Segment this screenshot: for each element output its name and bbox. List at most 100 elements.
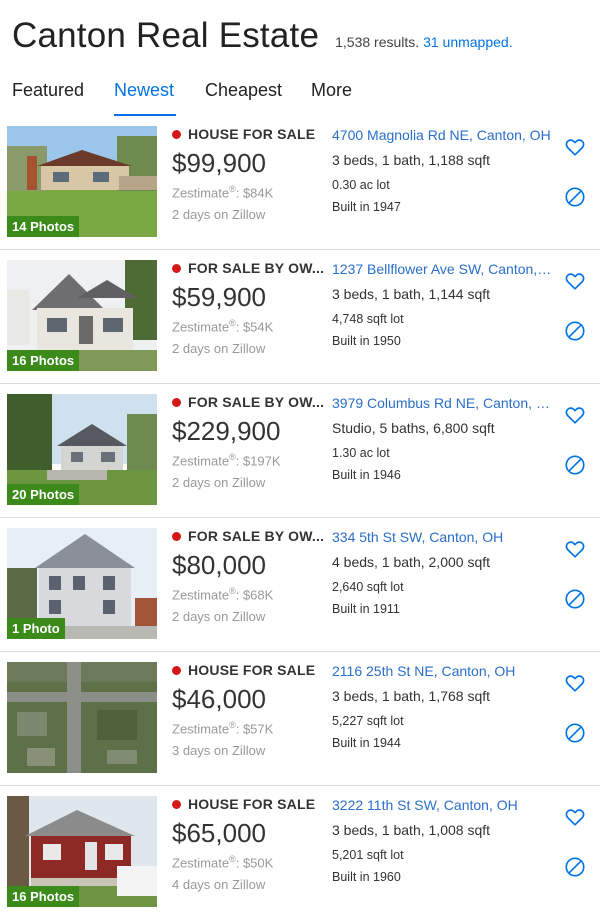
zestimate-label: Zestimate [172,185,230,201]
days-on-zillow: 3 days on Zillow [172,743,266,758]
listing-facts: 3 beds, 1 bath, 1,008 sqft [332,822,491,838]
tab-newest[interactable]: Newest [114,80,174,101]
listing-card: 16 Photos HOUSE FOR SALE $65,000 Zestima… [0,785,600,919]
registered-icon: ® [229,720,236,730]
lot-size: 5,227 sqft lot [332,714,404,728]
listing-address-link[interactable]: 3222 11th St SW, Canton, OH [332,797,554,813]
heart-icon[interactable] [564,136,586,158]
status-label: HOUSE FOR SALE [188,126,316,142]
tab-cheapest[interactable]: Cheapest [205,80,282,101]
zestimate-value: : $57K [235,721,274,737]
listing-status: HOUSE FOR SALE [172,796,315,812]
listing-results: 14 Photos HOUSE FOR SALE $99,900 Zestima… [0,116,600,919]
registered-icon: ® [229,452,236,462]
unmapped-link[interactable]: 31 unmapped. [423,34,513,50]
year-built: Built in 1911 [332,602,400,616]
listing-facts: 3 beds, 1 bath, 1,144 sqft [332,286,491,302]
lot-size: 2,640 sqft lot [332,580,404,594]
page-header: Canton Real Estate 1,538 results. 31 unm… [12,16,513,56]
listing-card: 20 Photos FOR SALE BY OW... $229,900 Zes… [0,383,600,517]
heart-icon[interactable] [564,672,586,694]
days-on-zillow: 4 days on Zillow [172,877,266,892]
lot-size: 0.30 ac lot [332,178,390,192]
heart-icon[interactable] [564,270,586,292]
zestimate: Zestimate®: $57K [172,720,273,736]
status-label: FOR SALE BY OW... [188,394,325,410]
photo-count-badge: 16 Photos [7,350,80,371]
listing-photo[interactable]: 1 Photo [7,528,157,639]
listing-photo[interactable]: 14 Photos [7,126,157,237]
sort-tabs: Featured Newest Cheapest More [0,78,600,116]
listing-photo[interactable]: 16 Photos [7,260,157,371]
listing-card: HOUSE FOR SALE $46,000 Zestimate®: $57K … [0,651,600,785]
heart-icon[interactable] [564,404,586,426]
page-title: Canton Real Estate [12,16,320,55]
listing-price: $229,900 [172,416,281,446]
listing-address-link[interactable]: 1237 Bellflower Ave SW, Canton, OH [332,261,554,277]
hide-listing-icon[interactable] [564,856,586,878]
zestimate-value: : $68K [235,587,274,603]
zestimate-value: : $197K [235,453,281,469]
zestimate: Zestimate®: $197K [172,452,281,468]
hide-listing-icon[interactable] [564,320,586,342]
days-on-zillow: 2 days on Zillow [172,475,266,490]
lot-size: 4,748 sqft lot [332,312,404,326]
listing-address-link[interactable]: 4700 Magnolia Rd NE, Canton, OH [332,127,554,143]
lot-size: 1.30 ac lot [332,446,390,460]
tab-more[interactable]: More [311,80,352,101]
listing-facts: 3 beds, 1 bath, 1,188 sqft [332,152,491,168]
year-built: Built in 1950 [332,334,401,348]
zestimate-value: : $50K [235,855,274,871]
listing-card: 14 Photos HOUSE FOR SALE $99,900 Zestima… [0,116,600,249]
hide-listing-icon[interactable] [564,722,586,744]
lot-size: 5,201 sqft lot [332,848,404,862]
listing-price: $59,900 [172,282,266,312]
status-dot-icon [172,397,181,407]
listing-facts: 4 beds, 1 bath, 2,000 sqft [332,554,491,570]
zestimate-label: Zestimate [172,721,230,737]
listing-facts: Studio, 5 baths, 6,800 sqft [332,420,495,436]
registered-icon: ® [229,184,236,194]
photo-count-badge: 16 Photos [7,886,80,907]
zestimate: Zestimate®: $68K [172,586,273,602]
status-dot-icon [172,263,181,273]
listing-status: HOUSE FOR SALE [172,126,315,142]
listing-address-link[interactable]: 334 5th St SW, Canton, OH [332,529,554,545]
heart-icon[interactable] [564,806,586,828]
results-summary: 1,538 results. 31 unmapped. [335,34,512,50]
status-label: FOR SALE BY OW... [188,528,325,544]
registered-icon: ® [229,854,236,864]
year-built: Built in 1960 [332,870,401,884]
hide-listing-icon[interactable] [564,454,586,476]
hide-listing-icon[interactable] [564,186,586,208]
zestimate-value: : $54K [235,319,274,335]
zestimate: Zestimate®: $50K [172,854,273,870]
year-built: Built in 1944 [332,736,401,750]
listing-photo[interactable] [7,662,157,773]
photo-count-badge: 20 Photos [7,484,80,505]
listing-status: FOR SALE BY OW... [172,394,324,410]
listing-facts: 3 beds, 1 bath, 1,768 sqft [332,688,491,704]
zestimate-value: : $84K [235,185,274,201]
listing-price: $80,000 [172,550,266,580]
registered-icon: ® [229,318,236,328]
listing-photo[interactable]: 20 Photos [7,394,157,505]
days-on-zillow: 2 days on Zillow [172,207,266,222]
results-count: 1,538 results. [335,34,420,50]
status-dot-icon [172,799,181,809]
listing-address-link[interactable]: 2116 25th St NE, Canton, OH [332,663,554,679]
hide-listing-icon[interactable] [564,588,586,610]
listing-status: FOR SALE BY OW... [172,260,324,276]
listing-price: $65,000 [172,818,266,848]
heart-icon[interactable] [564,538,586,560]
listing-address-link[interactable]: 3979 Columbus Rd NE, Canton, OH [332,395,554,411]
status-dot-icon [172,129,181,139]
tab-featured[interactable]: Featured [12,80,84,101]
status-dot-icon [172,665,181,675]
days-on-zillow: 2 days on Zillow [172,609,266,624]
days-on-zillow: 2 days on Zillow [172,341,266,356]
listing-photo[interactable]: 16 Photos [7,796,157,907]
status-dot-icon [172,531,181,541]
year-built: Built in 1946 [332,468,401,482]
listing-card: 16 Photos FOR SALE BY OW... $59,900 Zest… [0,249,600,383]
